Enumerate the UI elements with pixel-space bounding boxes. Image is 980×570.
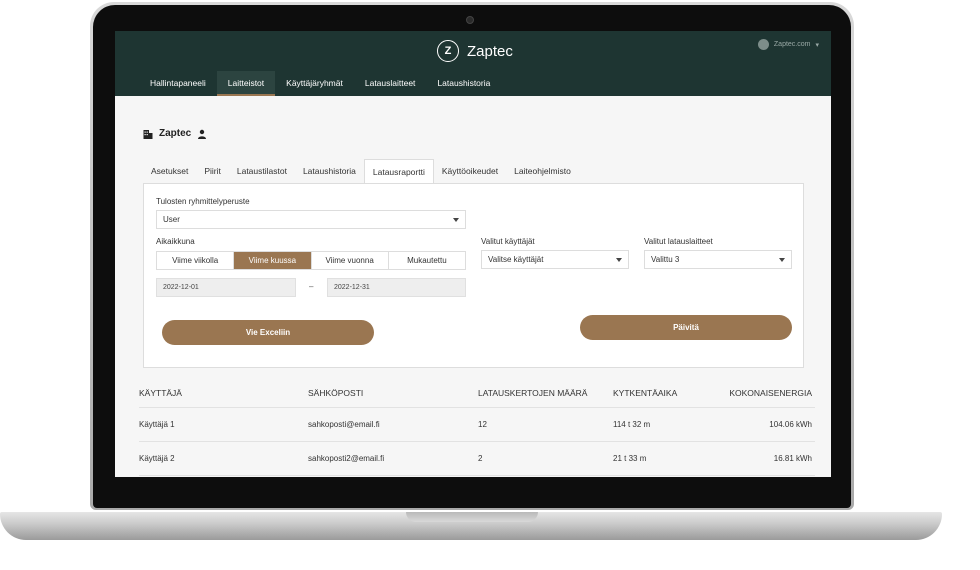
users-value: Valitse käyttäjät — [488, 255, 544, 264]
date-from-field[interactable]: 2022-12-01 — [156, 278, 296, 297]
tab-kayttooikeudet[interactable]: Käyttöoikeudet — [434, 159, 506, 183]
nav-item-latauslaitteet[interactable]: Latauslaitteet — [354, 71, 427, 96]
column-header-total-energy[interactable]: KOKONAISENERGIA — [729, 388, 812, 398]
chargers-label: Valitut latauslaitteet — [644, 237, 713, 246]
nav-item-kayttajaryhmat[interactable]: Käyttäjäryhmät — [275, 71, 354, 96]
site-name: Zaptec — [159, 128, 192, 139]
cell-total-energy: 16.81 kWh — [773, 454, 812, 463]
dropdown-caret-icon — [779, 258, 785, 262]
date-separator: – — [309, 282, 314, 291]
grouping-value: User — [163, 215, 180, 224]
update-button[interactable]: Päivitä — [580, 315, 792, 340]
tab-lataustilastot[interactable]: Lataustilastot — [229, 159, 295, 183]
account-name: Zaptec.com — [773, 41, 811, 48]
timeframe-last-week-button[interactable]: Viime viikolla — [157, 252, 235, 269]
export-excel-button[interactable]: Vie Exceliin — [162, 320, 374, 345]
grouping-label: Tulosten ryhmittelyperuste — [156, 197, 250, 206]
column-header-session-count[interactable]: LATAUSKERTOJEN MÄÄRÄ — [478, 388, 587, 398]
building-icon — [143, 129, 153, 139]
tab-laiteohjelmisto[interactable]: Laiteohjelmisto — [506, 159, 579, 183]
main-content: Zaptec Asetukset Piirit Lataustilastot L… — [115, 96, 831, 477]
site-title: Zaptec — [143, 128, 207, 139]
report-table: KÄYTTÄJÄ SÄHKÖPOSTI LATAUSKERTOJEN MÄÄRÄ… — [139, 379, 815, 476]
tab-piirit[interactable]: Piirit — [196, 159, 229, 183]
cell-user: Käyttäjä 2 — [139, 454, 175, 463]
tab-latausraportti[interactable]: Latausraportti — [363, 159, 434, 183]
cell-session-count: 2 — [478, 454, 483, 463]
brand[interactable]: Z Zaptec — [437, 39, 513, 63]
column-header-user[interactable]: KÄYTTÄJÄ — [139, 388, 182, 398]
cell-total-energy: 104.06 kWh — [769, 420, 812, 429]
user-avatar-icon — [757, 39, 769, 50]
timeframe-label: Aikaikkuna — [156, 237, 195, 246]
cell-session-count: 12 — [478, 420, 487, 429]
timeframe-last-month-button[interactable]: Viime kuussa — [234, 252, 312, 269]
webcam-icon — [466, 16, 474, 24]
table-header: KÄYTTÄJÄ SÄHKÖPOSTI LATAUSKERTOJEN MÄÄRÄ… — [139, 379, 815, 408]
person-icon[interactable] — [197, 129, 207, 139]
timeframe-segmented-control: Viime viikolla Viime kuussa Viime vuonna… — [156, 251, 466, 270]
cell-email: sahkoposti@email.fi — [308, 420, 380, 429]
table-row: Käyttäjä 2 sahkoposti2@email.fi 2 21 t 3… — [139, 442, 815, 476]
chargers-select[interactable]: Valittu 3 — [644, 250, 792, 269]
main-nav: Hallintapaneeli Laitteistot Käyttäjäryhm… — [139, 71, 501, 96]
column-header-connection-time[interactable]: KYTKENTÄAIKA — [613, 388, 677, 398]
date-to-field[interactable]: 2022-12-31 — [327, 278, 466, 297]
cell-user: Käyttäjä 1 — [139, 420, 175, 429]
brand-name: Zaptec — [467, 42, 513, 60]
users-select[interactable]: Valitse käyttäjät — [481, 250, 629, 269]
screen: Z Zaptec Zaptec.com ▾ Hallintapaneeli La… — [115, 31, 831, 477]
dropdown-caret-icon — [453, 218, 459, 222]
dropdown-caret-icon — [616, 258, 622, 262]
site-tabs: Asetukset Piirit Lataustilastot Lataushi… — [143, 159, 579, 183]
tab-asetukset[interactable]: Asetukset — [143, 159, 196, 183]
grouping-select[interactable]: User — [156, 210, 466, 229]
report-panel: Tulosten ryhmittelyperuste User Aikaikku… — [143, 183, 804, 368]
zaptec-logo-icon: Z — [437, 40, 459, 62]
users-label: Valitut käyttäjät — [481, 237, 535, 246]
nav-item-lataushistoria[interactable]: Lataushistoria — [426, 71, 501, 96]
laptop-notch — [406, 512, 538, 522]
cell-email: sahkoposti2@email.fi — [308, 454, 385, 463]
account-menu[interactable]: Zaptec.com ▾ — [757, 39, 819, 50]
nav-item-laitteistot[interactable]: Laitteistot — [216, 71, 276, 96]
chargers-value: Valittu 3 — [651, 255, 680, 264]
chevron-down-icon: ▾ — [815, 41, 819, 49]
top-bar: Z Zaptec Zaptec.com ▾ Hallintapaneeli La… — [115, 31, 831, 96]
cell-connection-time: 21 t 33 m — [613, 454, 647, 463]
column-header-email[interactable]: SÄHKÖPOSTI — [308, 388, 363, 398]
table-row: Käyttäjä 1 sahkoposti@email.fi 12 114 t … — [139, 408, 815, 442]
timeframe-last-year-button[interactable]: Viime vuonna — [311, 252, 389, 269]
nav-item-hallintapaneeli[interactable]: Hallintapaneeli — [139, 71, 217, 96]
timeframe-custom-button[interactable]: Mukautettu — [388, 252, 465, 269]
tab-lataushistoria[interactable]: Lataushistoria — [295, 159, 364, 183]
cell-connection-time: 114 t 32 m — [613, 420, 651, 429]
